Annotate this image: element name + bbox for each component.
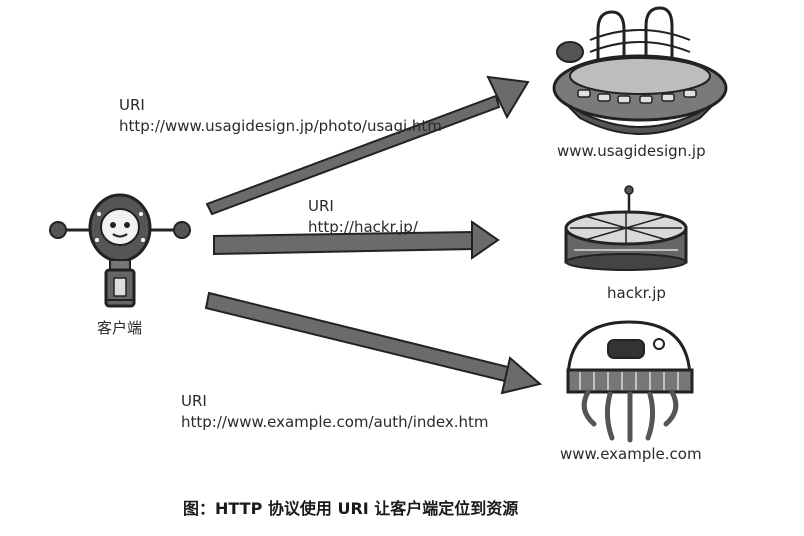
server-1-label: www.usagidesign.jp [557, 142, 706, 160]
server-3-label: www.example.com [560, 445, 702, 463]
uri-diagram: 客户端 URI http://www.usagidesign.jp/photo/… [0, 0, 804, 536]
client-label: 客户端 [97, 319, 143, 337]
client-robot-icon [49, 193, 191, 308]
arrow-3 [204, 291, 543, 395]
arrow-1-label: URI [119, 96, 145, 114]
disc-server-icon [564, 185, 688, 271]
arrow-1-uri: http://www.usagidesign.jp/photo/usagi.ht… [119, 117, 442, 135]
arrow-2-label: URI [308, 197, 334, 215]
server-2-label: hackr.jp [607, 284, 666, 302]
arrow-3-label: URI [181, 392, 207, 410]
jellyfish-server-icon [566, 320, 694, 443]
arrow-2-uri: http://hackr.jp/ [308, 218, 418, 236]
arrow-3-uri: http://www.example.com/auth/index.htm [181, 413, 489, 431]
figure-caption: 图：HTTP 协议使用 URI 让客户端定位到资源 [183, 499, 519, 518]
arrow-1 [205, 75, 530, 216]
ufo-server-icon [552, 6, 728, 135]
